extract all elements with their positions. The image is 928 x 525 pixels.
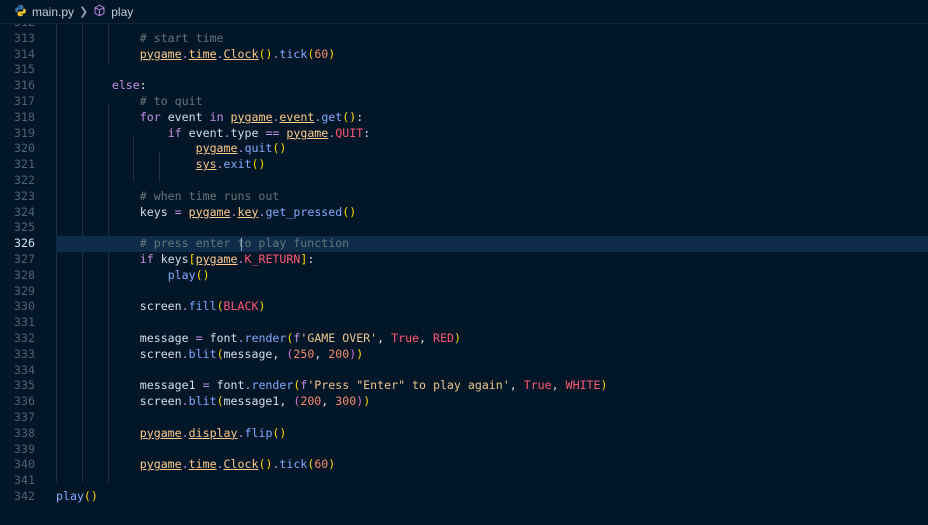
line-number: 312	[0, 24, 35, 31]
line-number: 338	[14, 425, 35, 440]
code-line[interactable]: 333 screen.blit(message, (250, 200))	[0, 347, 928, 363]
code-line[interactable]: 324 keys = pygame.key.get_pressed()	[0, 205, 928, 221]
line-number: 321	[14, 157, 35, 172]
line-number: 332	[14, 331, 35, 345]
code-text: pygame.time.Clock().tick(60)	[139, 46, 336, 61]
code-text: if keys[pygame.K_RETURN]:	[139, 252, 315, 266]
line-number: 331	[14, 315, 35, 330]
code-text: play()	[56, 489, 98, 503]
line-number: 317	[14, 94, 35, 108]
code-text: screen.blit(message1, (200, 300))	[139, 394, 371, 409]
line-number: 322	[14, 173, 35, 187]
line-number: 326	[14, 236, 35, 251]
code-line[interactable]: 342 play()	[0, 489, 928, 505]
code-text: screen.blit(message, (250, 200))	[139, 346, 364, 361]
line-number: 315	[14, 62, 35, 77]
line-number: 336	[14, 394, 35, 409]
code-line[interactable]: 325	[0, 220, 928, 236]
code-editor[interactable]: 312313 # start time314 pygame.time.Clock…	[0, 24, 928, 525]
line-number: 341	[14, 473, 35, 488]
text-cursor	[241, 237, 242, 251]
code-line[interactable]: 312	[0, 24, 928, 31]
code-line[interactable]: 327 if keys[pygame.K_RETURN]:	[0, 252, 928, 268]
code-line[interactable]: 314 pygame.time.Clock().tick(60)	[0, 47, 928, 63]
code-text: for event in pygame.event.get():	[139, 109, 364, 124]
method-cube-icon	[93, 4, 106, 20]
chevron-right-icon: ❯	[79, 6, 89, 18]
line-number: 330	[14, 299, 35, 314]
code-line[interactable]: 331	[0, 315, 928, 331]
python-icon	[14, 4, 27, 20]
code-text: else:	[111, 78, 147, 93]
code-line[interactable]: 328 play()	[0, 268, 928, 284]
code-line[interactable]: 334	[0, 363, 928, 379]
breadcrumb-file[interactable]: main.py	[14, 4, 74, 20]
breadcrumb-symbol[interactable]: play	[93, 4, 133, 20]
code-line[interactable]: 318 for event in pygame.event.get():	[0, 110, 928, 126]
line-number: 333	[14, 346, 35, 361]
code-text: pygame.time.Clock().tick(60)	[139, 457, 336, 472]
line-number: 313	[14, 30, 35, 45]
line-number: 337	[14, 410, 35, 424]
code-line[interactable]: 315	[0, 62, 928, 78]
line-number: 320	[14, 141, 35, 156]
code-text: keys = pygame.key.get_pressed()	[139, 204, 357, 219]
code-line[interactable]: 321 sys.exit()	[0, 157, 928, 173]
code-text: pygame.quit()	[195, 141, 287, 156]
code-text: pygame.display.flip()	[139, 425, 287, 440]
breadcrumb: main.py ❯ play	[0, 0, 928, 24]
line-number: 324	[14, 204, 35, 219]
code-text: # press enter to play function	[139, 236, 350, 251]
code-line[interactable]: 329	[0, 284, 928, 300]
code-line[interactable]: 339	[0, 442, 928, 458]
code-line[interactable]: 336 screen.blit(message1, (200, 300))	[0, 394, 928, 410]
line-number: 325	[14, 220, 35, 235]
breadcrumb-symbol-label: play	[111, 4, 134, 19]
code-line[interactable]: 316 else:	[0, 78, 928, 94]
line-number: 335	[14, 378, 35, 393]
code-line[interactable]: 337	[0, 410, 928, 426]
code-text: screen.fill(BLACK)	[139, 299, 266, 314]
line-number: 340	[14, 457, 35, 472]
code-text: if event.type == pygame.QUIT:	[167, 125, 371, 140]
code-line[interactable]: 319 if event.type == pygame.QUIT:	[0, 126, 928, 142]
line-number: 328	[14, 267, 35, 282]
code-line[interactable]: 317 # to quit	[0, 94, 928, 110]
line-number: 339	[14, 441, 35, 456]
code-text: # to quit	[139, 94, 203, 108]
line-number: 314	[14, 46, 35, 61]
line-number: 327	[14, 252, 35, 266]
line-number: 334	[14, 362, 35, 377]
code-line[interactable]: 330 screen.fill(BLACK)	[0, 299, 928, 315]
code-line[interactable]: 340 pygame.time.Clock().tick(60)	[0, 457, 928, 473]
code-line[interactable]: 322	[0, 173, 928, 189]
code-line[interactable]: 338 pygame.display.flip()	[0, 426, 928, 442]
line-number: 329	[14, 283, 35, 298]
line-number: 316	[14, 78, 35, 93]
line-number: 319	[14, 125, 35, 140]
line-number: 342	[14, 489, 35, 503]
code-line[interactable]: 320 pygame.quit()	[0, 141, 928, 157]
code-text: # when time runs out	[139, 188, 280, 203]
code-line[interactable]: 313 # start time	[0, 31, 928, 47]
code-line[interactable]: 323 # when time runs out	[0, 189, 928, 205]
code-text: sys.exit()	[195, 157, 266, 172]
code-line[interactable]: 326 # press enter to play function	[14, 236, 928, 252]
code-text: # start time	[139, 30, 224, 45]
line-number: 318	[14, 109, 35, 124]
code-text: play()	[167, 267, 210, 282]
line-number: 323	[14, 188, 35, 203]
code-line[interactable]: 332 message = font.render(f'GAME OVER', …	[0, 331, 928, 347]
code-line[interactable]: 335 message1 = font.render(f'Press "Ente…	[0, 378, 928, 394]
breadcrumb-file-label: main.py	[32, 4, 75, 19]
code-line[interactable]: 341	[0, 473, 928, 489]
code-text: message1 = font.render(f'Press "Enter" t…	[139, 378, 608, 393]
code-text: message = font.render(f'GAME OVER', True…	[139, 331, 461, 345]
